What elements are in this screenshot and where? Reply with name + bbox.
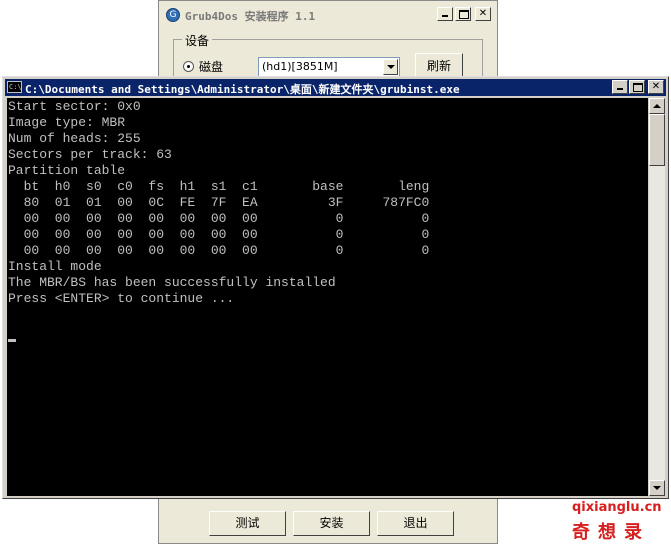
disk-radio-label: 磁盘 [199,60,224,74]
installer-title: Grub4Dos 安装程序 1.1 [185,10,316,23]
install-button[interactable]: 安装 [293,511,370,536]
console-title-bar[interactable]: C:\ C:\Documents and Settings\Administra… [5,79,666,96]
minimize-button[interactable] [437,7,453,21]
console-output-area[interactable]: Start sector: 0x0 Image type: MBR Num of… [7,98,648,496]
vertical-scrollbar[interactable] [649,98,665,496]
close-button[interactable]: ✕ [475,7,491,21]
device-select-value: (hd1)[3851M] [262,60,338,73]
console-maximize-button[interactable] [629,80,645,94]
installer-title-bar[interactable]: G Grub4Dos 安装程序 1.1 ✕ [161,3,495,27]
exit-button[interactable]: 退出 [377,511,454,536]
console-output: Start sector: 0x0 Image type: MBR Num of… [8,99,430,306]
watermark-url: qixianglu.cn [572,500,662,515]
console-close-button[interactable]: ✕ [648,80,664,94]
scroll-thumb[interactable] [649,114,665,166]
app-icon: G [166,8,180,22]
device-select[interactable]: (hd1)[3851M] [258,57,400,77]
console-title: C:\Documents and Settings\Administrator\… [25,83,460,96]
console-icon: C:\ [7,81,22,93]
disk-radio[interactable] [183,61,194,72]
test-button[interactable]: 测试 [209,511,286,536]
maximize-button[interactable] [455,7,471,21]
scroll-up-arrow-icon[interactable] [649,98,665,114]
console-window: C:\ C:\Documents and Settings\Administra… [2,76,669,499]
chevron-down-icon[interactable] [383,59,398,75]
watermark-name: 奇想录 [572,522,650,543]
scroll-down-arrow-icon[interactable] [649,480,665,496]
device-group-label: 设备 [182,32,213,49]
text-cursor [8,339,16,342]
console-minimize-button[interactable] [612,80,628,94]
